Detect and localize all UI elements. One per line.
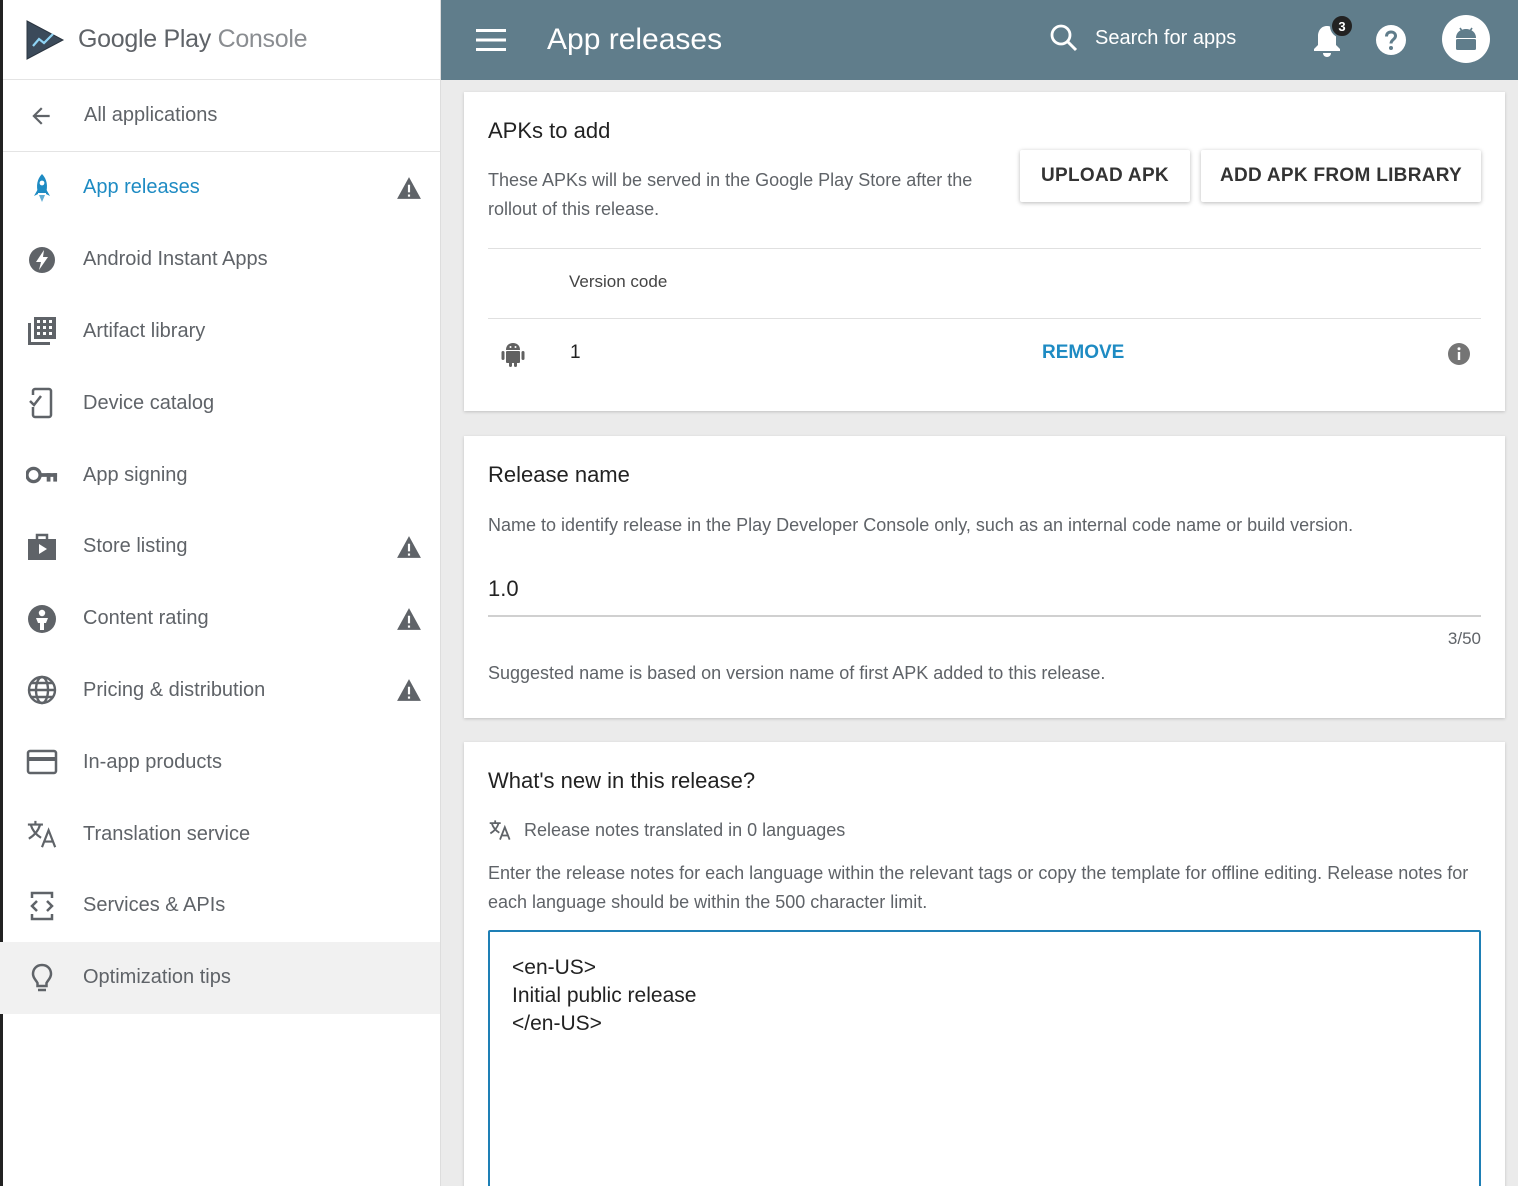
sidebar-item-label: Android Instant Apps xyxy=(83,248,268,271)
sidebar-item-content-rating[interactable]: Content rating xyxy=(0,583,440,655)
rocket-icon xyxy=(26,172,58,204)
credit-card-icon xyxy=(26,746,58,778)
info-icon[interactable] xyxy=(1447,342,1471,366)
remove-apk-button[interactable]: REMOVE xyxy=(1042,342,1124,364)
upload-apk-button[interactable]: UPLOAD APK xyxy=(1020,150,1190,202)
search-box[interactable]: Search for apps xyxy=(1049,22,1236,54)
sidebar-item-android-instant-apps[interactable]: Android Instant Apps xyxy=(0,224,440,296)
sidebar-item-store-listing[interactable]: Store listing xyxy=(0,511,440,583)
sidebar-item-label: App releases xyxy=(83,176,200,199)
sidebar-item-label: App signing xyxy=(83,463,188,486)
character-counter: 3/50 xyxy=(1447,629,1481,648)
key-icon xyxy=(26,459,58,491)
release-name-hint: Suggested name is based on version name … xyxy=(488,663,1106,683)
divider xyxy=(488,318,1481,319)
version-code-value: 1 xyxy=(570,342,581,363)
arrow-back-icon xyxy=(32,106,50,125)
lightbulb-icon xyxy=(26,962,58,994)
whats-new-card: What's new in this release? Release note… xyxy=(464,742,1505,1186)
translate-icon xyxy=(26,818,58,850)
notification-count-badge: 3 xyxy=(1330,14,1354,38)
search-placeholder: Search for apps xyxy=(1095,26,1237,49)
sidebar-item-label: Services & APIs xyxy=(83,894,226,917)
device-catalog-icon xyxy=(26,387,58,419)
all-applications-link[interactable]: All applications xyxy=(0,80,440,152)
sidebar-item-label: Optimization tips xyxy=(83,966,231,989)
globe-icon xyxy=(26,674,58,706)
release-name-card: Release name Name to identify release in… xyxy=(464,436,1505,718)
sidebar-item-label: Translation service xyxy=(83,822,251,845)
sidebar-item-services-apis[interactable]: Services & APIs xyxy=(0,870,440,942)
sidebar-item-label: Content rating xyxy=(83,607,209,630)
sidebar: Google Play Console All applications App… xyxy=(0,0,441,1186)
sidebar-item-label: In-app products xyxy=(83,750,222,773)
sidebar-item-in-app-products[interactable]: In-app products xyxy=(0,726,440,798)
translated-note: Release notes translated in 0 languages xyxy=(524,819,846,840)
release-name-input[interactable] xyxy=(488,576,1388,602)
play-console-logo-icon xyxy=(26,19,65,60)
android-avatar-icon xyxy=(1456,27,1476,50)
sidebar-item-optimization-tips[interactable]: Optimization tips xyxy=(0,941,440,1014)
sidebar-item-artifact-library[interactable]: Artifact library xyxy=(0,296,440,368)
release-name-title: Release name xyxy=(488,462,630,487)
translate-icon xyxy=(489,820,511,840)
store-listing-icon xyxy=(26,531,58,563)
whats-new-title: What's new in this release? xyxy=(488,768,756,793)
brand[interactable]: Google Play Console xyxy=(0,0,440,80)
translated-note-row: Release notes translated in 0 languages xyxy=(488,819,845,841)
brand-name: Google Play Console xyxy=(78,25,308,53)
top-app-bar: App releases Search for apps 3 xyxy=(441,0,1518,80)
divider xyxy=(488,248,1481,249)
page-title: App releases xyxy=(547,23,723,56)
sidebar-item-app-releases[interactable]: App releases xyxy=(0,152,440,224)
warning-icon xyxy=(397,679,421,702)
all-applications-label: All applications xyxy=(84,104,218,126)
sidebar-item-label: Store listing xyxy=(83,535,188,558)
apks-card: APKs to add These APKs will be served in… xyxy=(464,92,1505,411)
sidebar-item-device-catalog[interactable]: Device catalog xyxy=(0,367,440,439)
sidebar-item-app-signing[interactable]: App signing xyxy=(0,439,440,511)
apks-description: These APKs will be served in the Google … xyxy=(488,170,973,219)
sidebar-item-label: Pricing & distribution xyxy=(83,678,266,701)
nav-list: App releases Android Instant Apps Artifa… xyxy=(0,152,440,1014)
bolt-icon xyxy=(26,244,58,276)
apks-title: APKs to add xyxy=(488,118,611,143)
hamburger-menu-icon[interactable] xyxy=(476,29,506,51)
whats-new-description: Enter the release notes for each languag… xyxy=(488,863,1469,912)
release-name-description: Name to identify release in the Play Dev… xyxy=(488,515,1354,535)
content-rating-icon xyxy=(26,603,58,635)
library-icon xyxy=(26,315,58,347)
android-icon xyxy=(501,343,525,367)
add-apk-from-library-button[interactable]: ADD APK FROM LIBRARY xyxy=(1201,150,1481,202)
warning-icon xyxy=(397,607,421,630)
account-avatar[interactable] xyxy=(1442,15,1490,63)
help-icon[interactable] xyxy=(1375,24,1407,56)
sidebar-item-translation-service[interactable]: Translation service xyxy=(0,798,440,870)
api-icon xyxy=(26,890,58,922)
warning-icon xyxy=(397,177,421,199)
version-code-header: Version code xyxy=(569,272,668,291)
release-name-underline xyxy=(488,615,1481,617)
sidebar-item-label: Artifact library xyxy=(83,319,206,342)
sidebar-item-pricing-distribution[interactable]: Pricing & distribution xyxy=(0,655,440,727)
sidebar-item-label: Device catalog xyxy=(83,391,215,414)
search-icon xyxy=(1050,24,1078,52)
release-notes-textarea[interactable]: <en-US> Initial public release </en-US> xyxy=(488,930,1481,1186)
warning-icon xyxy=(397,536,421,558)
